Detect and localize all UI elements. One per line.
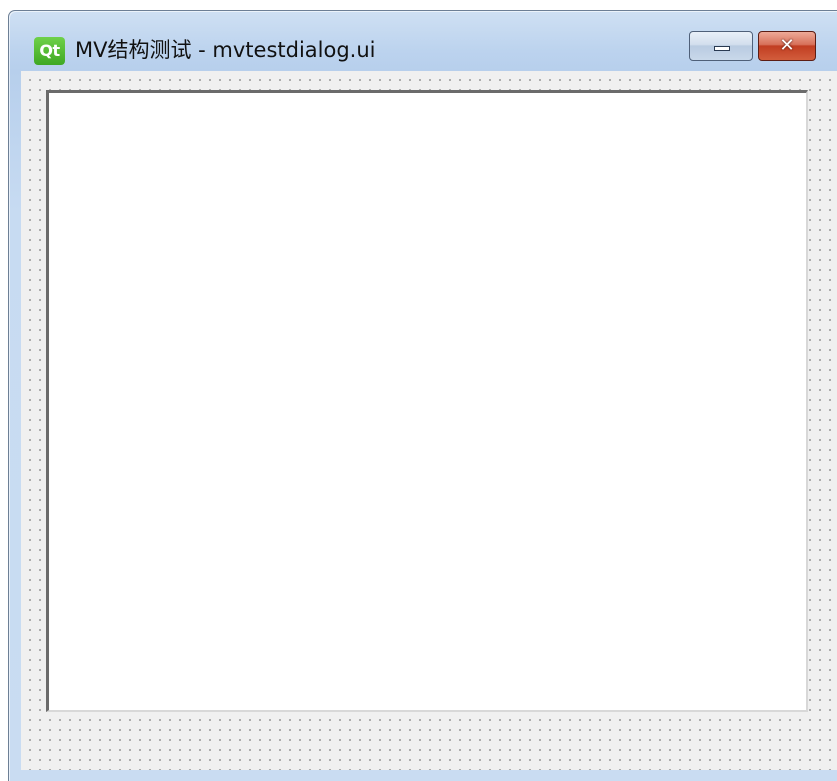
title-bar[interactable]: Qt MV结构测试 - mvtestdialog.ui ✕ — [9, 11, 837, 71]
window-title: MV结构测试 - mvtestdialog.ui — [75, 38, 376, 62]
close-icon: ✕ — [779, 35, 795, 56]
qt-logo-icon: Qt — [34, 37, 65, 65]
list-view-widget[interactable] — [46, 90, 808, 712]
close-button[interactable]: ✕ — [758, 31, 816, 61]
minimize-icon — [714, 46, 730, 51]
form-canvas[interactable] — [21, 71, 837, 770]
minimize-button[interactable] — [689, 31, 753, 61]
designer-form-window[interactable]: Qt MV结构测试 - mvtestdialog.ui ✕ — [8, 10, 837, 781]
